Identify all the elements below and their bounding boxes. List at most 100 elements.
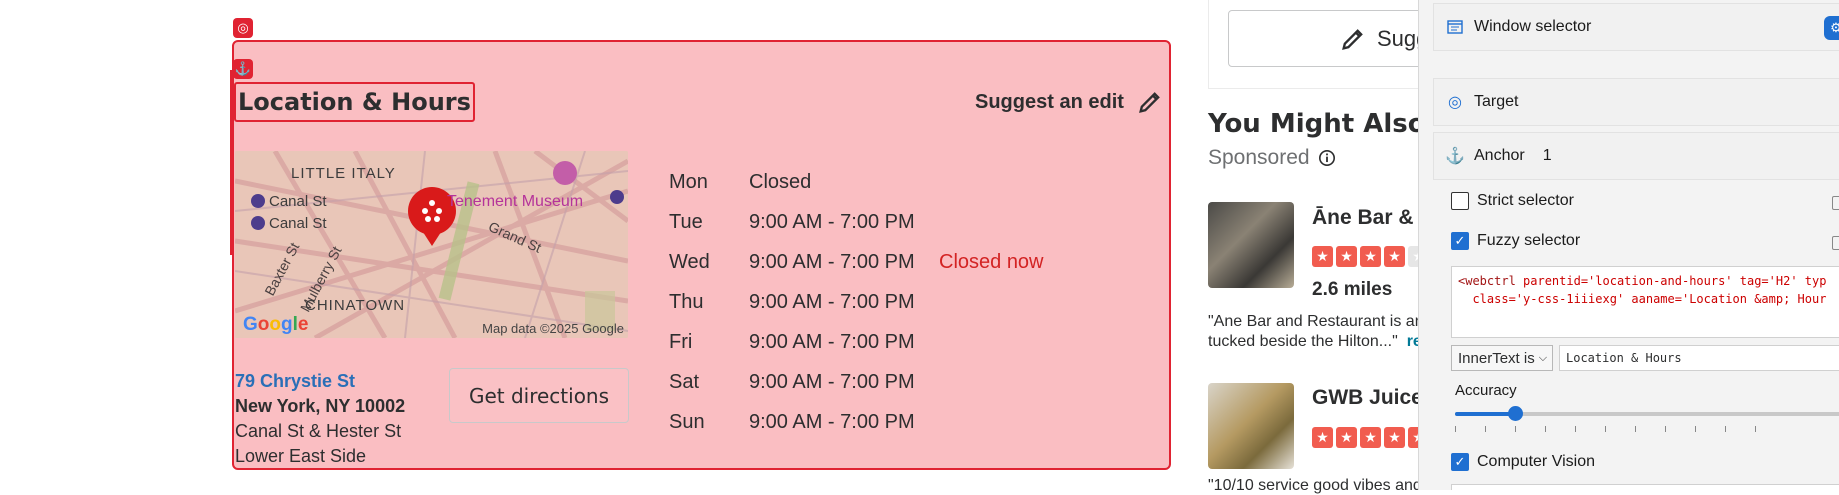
star-rating: ★★★★★ <box>1312 246 1429 267</box>
anchor-label: Anchor <box>1474 147 1525 164</box>
slider-tick <box>1695 426 1696 432</box>
hours-day: Tue <box>669 210 703 233</box>
code-attributes: parentid='location-and-hours' tag='H2' t… <box>1515 274 1827 288</box>
code-attributes: class='y-css-1iiiexg' aaname='Location &… <box>1458 292 1827 306</box>
google-logo: Google <box>243 314 309 335</box>
hours-table: Mon Closed Tue 9:00 AM - 7:00 PM Wed 9:00 AM … <box>669 162 1044 442</box>
target-label: Target <box>1474 93 1519 110</box>
slider-tick <box>1605 426 1606 432</box>
suggest-edit-link[interactable]: Suggest an edit <box>975 88 1164 116</box>
map-label-chinatown: CHINATOWN <box>305 297 406 314</box>
business-snippet: "10/10 service good vibes and <box>1208 477 1422 494</box>
street-address-link[interactable]: 79 Chrystie St <box>235 369 405 394</box>
accuracy-slider-thumb[interactable] <box>1508 406 1523 421</box>
hours-day: Mon <box>669 170 708 193</box>
fuzzy-selector-checkbox[interactable]: ✓ <box>1451 232 1469 250</box>
anchor-section[interactable]: ⚓ Anchor 1 <box>1433 132 1839 180</box>
slider-tick <box>1545 426 1546 432</box>
code-tag: <webctrl <box>1458 274 1516 288</box>
hours-time: Closed <box>749 170 812 193</box>
star-icon: ★ <box>1384 246 1405 267</box>
strict-selector-row[interactable]: Strict selector <box>1451 192 1574 210</box>
map-label-little-italy: LITTLE ITALY <box>291 165 396 182</box>
museum-pin[interactable] <box>553 161 577 185</box>
column-divider <box>1208 0 1209 88</box>
info-icon[interactable] <box>1318 149 1336 167</box>
business-address: 79 Chrystie St New York, NY 10002 Canal … <box>235 369 405 469</box>
hours-time: 9:00 AM - 7:00 PM <box>749 290 915 313</box>
selection-edge <box>230 70 233 255</box>
hours-day: Sat <box>669 370 700 393</box>
hours-row: Fri 9:00 AM - 7:00 PM <box>669 322 1044 362</box>
strict-selector-label: Strict selector <box>1477 192 1574 209</box>
accuracy-slider-fill <box>1455 412 1515 416</box>
anchor-count: 1 <box>1542 147 1552 164</box>
window-icon <box>1446 18 1464 36</box>
strict-selector-checkbox[interactable] <box>1451 192 1469 210</box>
computer-vision-label: Computer Vision <box>1477 453 1595 470</box>
snippet-line: "Ane Bar and Restaurant is an <box>1208 313 1424 330</box>
slider-tick <box>1725 426 1726 432</box>
pencil-icon <box>1138 92 1160 113</box>
hours-time: 9:00 AM - 7:00 PM <box>749 370 915 393</box>
hours-day: Wed <box>669 250 710 273</box>
computer-vision-checkbox[interactable]: ✓ <box>1451 453 1469 471</box>
business-name-link[interactable]: GWB Juice <box>1312 386 1423 410</box>
star-icon: ★ <box>1360 427 1381 448</box>
accuracy-label: Accuracy <box>1455 382 1517 399</box>
star-icon: ★ <box>1336 427 1357 448</box>
hours-day: Fri <box>669 330 693 353</box>
map-label-canal-st: Canal St <box>269 193 327 210</box>
star-icon: ★ <box>1384 427 1405 448</box>
map-label-tenement-museum[interactable]: Tenement Museum <box>447 193 583 211</box>
slider-tick <box>1635 426 1636 432</box>
match-mode-value: InnerText is <box>1458 349 1535 367</box>
city-line: New York, NY 10002 <box>235 396 406 416</box>
business-photo[interactable] <box>1208 202 1294 288</box>
business-distance: 2.6 miles <box>1312 279 1393 300</box>
slider-tick <box>1575 426 1576 432</box>
hours-time: 9:00 AM - 7:00 PM <box>749 250 915 273</box>
location-hours-heading: Location & Hours <box>234 82 475 122</box>
location-map[interactable]: LITTLE ITALY Canal St Canal St Tenement … <box>235 151 628 338</box>
map-label-canal-st: Canal St <box>269 215 327 232</box>
hours-day: Thu <box>669 290 704 313</box>
hours-time: 9:00 AM - 7:00 PM <box>749 210 915 233</box>
slider-tick <box>1665 426 1666 432</box>
innertext-value-field[interactable]: Location & Hours <box>1559 345 1839 371</box>
computer-vision-row[interactable]: ✓ Computer Vision <box>1451 453 1595 471</box>
star-rating: ★★★★★ <box>1312 427 1429 448</box>
suggest-edit-label: Suggest an edit <box>975 90 1124 113</box>
fuzzy-selector-row[interactable]: ✓ Fuzzy selector <box>1451 232 1580 250</box>
selector-editor-panel: Window selector ⚙ ◎ Target ⚓ Anchor 1 St… <box>1418 0 1839 490</box>
star-icon: ★ <box>1312 427 1333 448</box>
business-photo[interactable] <box>1208 383 1294 469</box>
copy-icon[interactable] <box>1832 236 1839 250</box>
hours-row: Thu 9:00 AM - 7:00 PM <box>669 282 1044 322</box>
get-directions-button[interactable]: Get directions <box>449 368 629 423</box>
star-icon: ★ <box>1336 246 1357 267</box>
window-selector-section[interactable]: Window selector ⚙ <box>1433 3 1839 51</box>
anchor-icon[interactable]: ⚓ <box>233 59 253 79</box>
slider-tick <box>1755 426 1756 432</box>
hours-time: 9:00 AM - 7:00 PM <box>749 330 915 353</box>
hours-row: Mon Closed <box>669 162 1044 202</box>
computer-vision-options[interactable] <box>1451 484 1839 490</box>
sponsored-label: Sponsored <box>1208 146 1336 170</box>
open-status: Closed now <box>939 250 1044 273</box>
target-icon: ◎ <box>1448 94 1462 111</box>
hours-row: Sat 9:00 AM - 7:00 PM <box>669 362 1044 402</box>
anchor-icon: ⚓ <box>1445 148 1465 165</box>
slider-tick <box>1485 426 1486 432</box>
target-section[interactable]: ◎ Target <box>1433 78 1839 126</box>
match-mode-dropdown[interactable]: InnerText is ⌵ <box>1451 345 1553 371</box>
cross-streets: Canal St & Hester St <box>235 421 402 441</box>
map-attribution: Map data ©2025 Google <box>482 321 624 336</box>
selector-settings-icon[interactable]: ⚙ <box>1824 16 1839 40</box>
window-selector-label: Window selector <box>1474 18 1592 35</box>
copy-icon[interactable] <box>1832 196 1839 210</box>
target-icon[interactable]: ◎ <box>233 18 253 38</box>
business-name-link[interactable]: Āne Bar & R <box>1312 206 1435 230</box>
selector-code-editor[interactable]: <webctrl parentid='location-and-hours' t… <box>1451 266 1839 338</box>
sponsored-text: Sponsored <box>1208 146 1310 169</box>
